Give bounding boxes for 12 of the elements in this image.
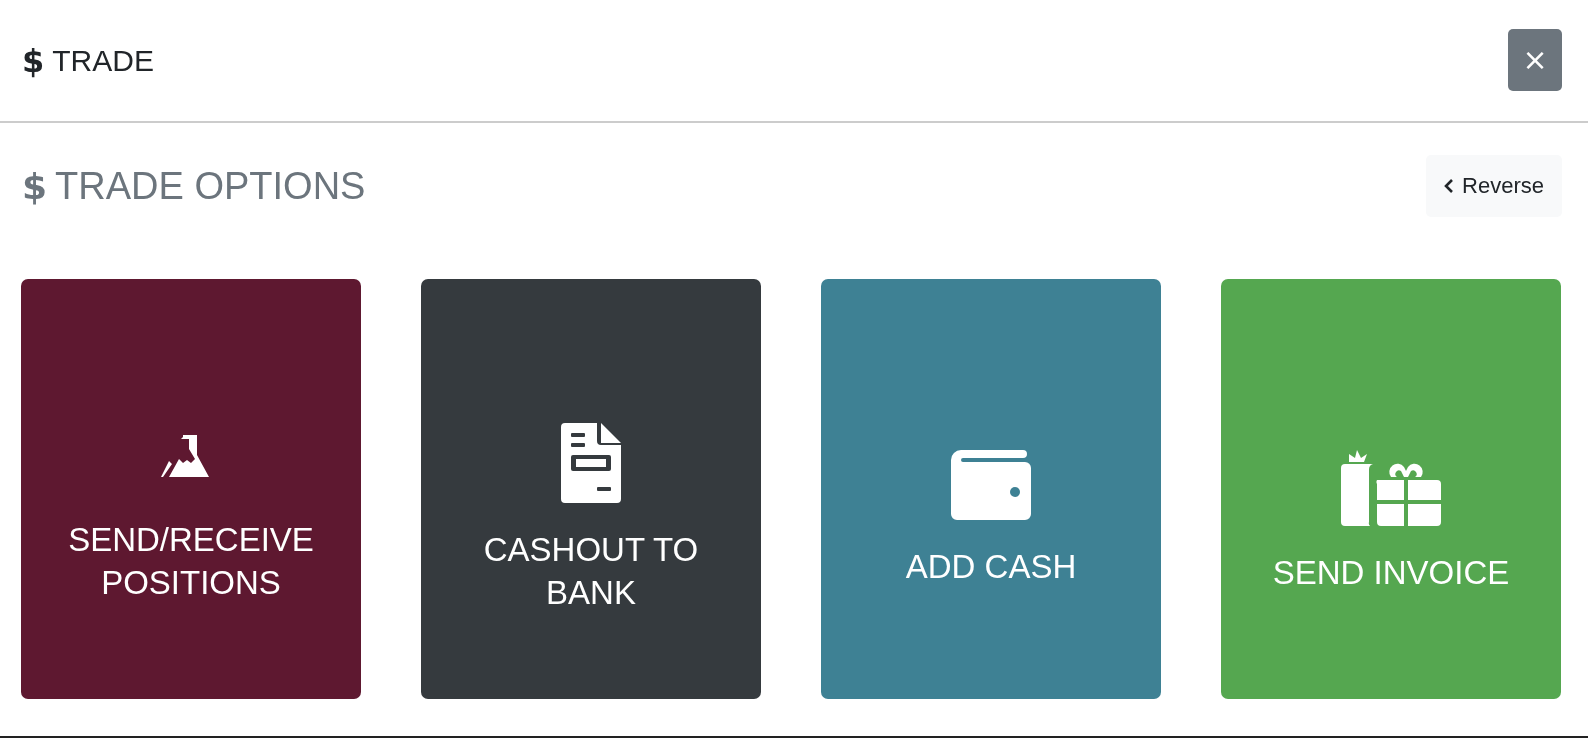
document-icon [561,423,621,504]
reverse-button[interactable]: Reverse [1426,155,1562,217]
section-title: TRADE OPTIONS [55,164,366,208]
option-card[interactable]: SEND/RECEIVE POSITIONS [21,279,361,699]
dollar-icon: $ [22,165,48,207]
close-button[interactable]: × [1508,28,1562,91]
modal-title: TRADE [52,43,154,78]
dollar-icon: $ [22,41,45,80]
option-card[interactable]: CASHOUT TO BANK [421,279,761,699]
wallet-icon [951,449,1031,520]
option-card[interactable]: ADD CASH [821,279,1161,699]
chevron-left-icon [1444,178,1455,194]
